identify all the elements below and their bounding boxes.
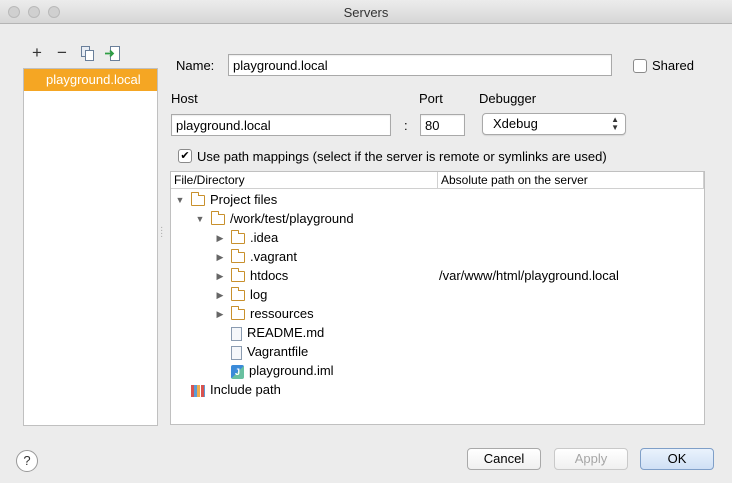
collapsed-arrow-icon[interactable]: ▶	[215, 305, 225, 324]
copy-icon	[80, 45, 94, 61]
tree-row[interactable]: Jplayground.iml	[215, 361, 334, 380]
tree-row[interactable]: Vagrantfile	[215, 342, 308, 361]
module-file-icon: J	[231, 364, 244, 379]
path-mappings-table[interactable]: File/Directory Absolute path on the serv…	[170, 171, 705, 425]
table-header: File/Directory Absolute path on the serv…	[171, 172, 704, 189]
collapsed-arrow-icon[interactable]: ▶	[215, 229, 225, 248]
debugger-select-value: Xdebug	[493, 116, 538, 131]
column-header-absolute-path[interactable]: Absolute path on the server	[441, 173, 588, 187]
port-label: Port	[419, 91, 443, 106]
column-header-file[interactable]: File/Directory	[174, 173, 245, 187]
port-input[interactable]	[420, 114, 465, 136]
tree-row[interactable]: README.md	[215, 323, 324, 342]
expanded-arrow-icon[interactable]: ▼	[195, 210, 205, 229]
library-icon	[191, 384, 205, 397]
checkmark-icon: ✔	[180, 149, 190, 162]
port-separator: :	[404, 118, 408, 133]
server-item[interactable]: playground.local	[24, 69, 157, 91]
collapsed-arrow-icon[interactable]: ▶	[215, 248, 225, 267]
cancel-button[interactable]: Cancel	[467, 448, 541, 470]
tree-row[interactable]: ▶ .vagrant	[215, 247, 297, 266]
folder-icon	[230, 287, 245, 302]
host-input[interactable]	[171, 114, 391, 136]
file-icon	[231, 345, 242, 360]
debugger-select[interactable]: Xdebug ▲ ▼	[482, 113, 626, 135]
help-button[interactable]: ?	[16, 450, 38, 472]
tree-row[interactable]: ▶ .idea	[215, 228, 279, 248]
folder-icon	[230, 306, 245, 321]
add-server-button[interactable]: +	[28, 43, 46, 62]
debugger-label: Debugger	[479, 91, 537, 106]
expanded-arrow-icon[interactable]: ▼	[175, 191, 185, 210]
splitter-handle[interactable]: · · · ·	[160, 223, 163, 242]
absolute-path-cell[interactable]: /var/www/html/playground.local	[439, 266, 619, 285]
title-bar: Servers	[0, 0, 732, 24]
path-mappings-label: Use path mappings (select if the server …	[197, 149, 607, 164]
import-icon	[104, 45, 120, 61]
tree-row[interactable]: ▶ htdocs	[215, 266, 289, 286]
tree-row[interactable]: ▶ ressources	[215, 304, 314, 323]
tree-row[interactable]: ▶ log	[215, 285, 268, 305]
name-label: Name:	[176, 58, 215, 73]
folder-icon	[230, 230, 245, 245]
collapsed-arrow-icon[interactable]: ▶	[215, 286, 225, 305]
tree-row[interactable]: Include path	[175, 380, 281, 399]
shared-checkbox[interactable]	[633, 59, 647, 73]
folder-icon	[190, 192, 205, 207]
apply-button[interactable]: Apply	[554, 448, 628, 470]
tree-row[interactable]: ▼ Project files	[175, 190, 278, 210]
folder-icon	[230, 268, 245, 283]
folder-icon	[210, 211, 225, 226]
shared-label: Shared	[652, 58, 694, 73]
window-title: Servers	[343, 5, 389, 20]
select-arrows-icon: ▲ ▼	[611, 115, 619, 132]
import-server-button[interactable]	[103, 44, 121, 62]
server-list[interactable]: playground.local	[23, 68, 158, 426]
column-divider	[703, 172, 704, 188]
path-mappings-checkbox[interactable]: ✔	[178, 149, 192, 163]
column-divider[interactable]	[437, 172, 438, 188]
ok-button[interactable]: OK	[640, 448, 714, 470]
file-icon	[231, 326, 242, 341]
folder-icon	[230, 249, 245, 264]
host-label: Host	[171, 91, 198, 106]
name-input[interactable]	[228, 54, 612, 76]
collapsed-arrow-icon[interactable]: ▶	[215, 267, 225, 286]
copy-server-button[interactable]	[78, 44, 96, 62]
remove-server-button[interactable]: −	[53, 43, 71, 62]
tree-row[interactable]: ▼/work/test/playground	[195, 209, 354, 228]
